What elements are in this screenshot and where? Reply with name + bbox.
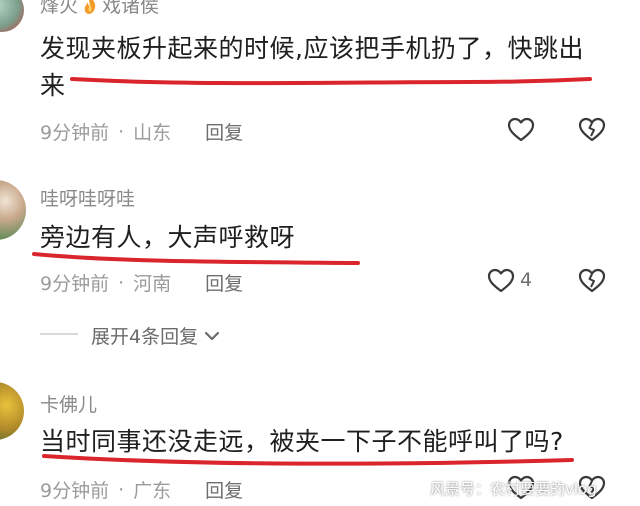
avatar[interactable]	[0, 382, 24, 440]
expand-replies-label: 展开4条回复	[91, 326, 199, 348]
reply-button[interactable]: 回复	[205, 269, 243, 296]
comment-time: 9分钟前	[40, 273, 110, 295]
comment-text-line: 发现夹板升起来的时候,应该把手机扔了，快跳出	[40, 34, 584, 63]
meta-separator: ·	[118, 478, 125, 501]
comment-location: 河南	[133, 273, 172, 295]
watermark: 风景号：农村要要的vlog	[430, 480, 597, 498]
like-count: 4	[520, 269, 533, 291]
comment-username[interactable]: 烽火 戏诸侯	[40, 0, 159, 18]
comment-time: 9分钟前	[40, 122, 110, 144]
reply-button[interactable]: 回复	[205, 476, 243, 503]
comment-meta: 9分钟前 · 广东 回复	[40, 476, 243, 503]
username-suffix: 戏诸侯	[102, 0, 160, 17]
comment-location: 山东	[133, 122, 172, 144]
like-heart-icon[interactable]	[507, 117, 535, 143]
meta-separator: ·	[118, 120, 125, 143]
fire-icon	[81, 0, 99, 15]
comment-username[interactable]: 卡佛儿	[40, 390, 97, 417]
avatar[interactable]	[0, 0, 24, 32]
comment-location: 广东	[133, 480, 172, 502]
expand-divider	[40, 333, 78, 335]
username-text: 烽火	[40, 0, 79, 17]
comment-username[interactable]: 哇呀哇呀哇	[40, 184, 135, 211]
comment-text-line: 当时同事还没走远，被夹一下子不能呼叫了吗?	[40, 427, 564, 456]
avatar[interactable]	[0, 180, 26, 240]
comment-text: 旁边有人，大声呼救呀	[40, 219, 295, 256]
comment-text: 当时同事还没走远，被夹一下子不能呼叫了吗?	[40, 423, 564, 460]
comment-text-line: 来	[40, 71, 66, 100]
comment-meta: 9分钟前 · 山东 回复	[40, 118, 243, 145]
dislike-broken-heart-icon[interactable]	[578, 117, 606, 143]
like-heart-icon[interactable]	[487, 268, 515, 294]
comment-time: 9分钟前	[40, 480, 110, 502]
chevron-down-icon	[204, 330, 220, 342]
comment-text-line: 旁边有人，大声呼救呀	[40, 223, 296, 252]
dislike-broken-heart-icon[interactable]	[578, 268, 606, 294]
comment-meta: 9分钟前 · 河南 回复	[40, 269, 243, 296]
expand-replies-button[interactable]: 展开4条回复	[91, 322, 220, 349]
meta-separator: ·	[118, 271, 125, 294]
reply-button[interactable]: 回复	[205, 118, 243, 145]
comment-text: 发现夹板升起来的时候,应该把手机扔了，快跳出 来	[40, 30, 630, 104]
